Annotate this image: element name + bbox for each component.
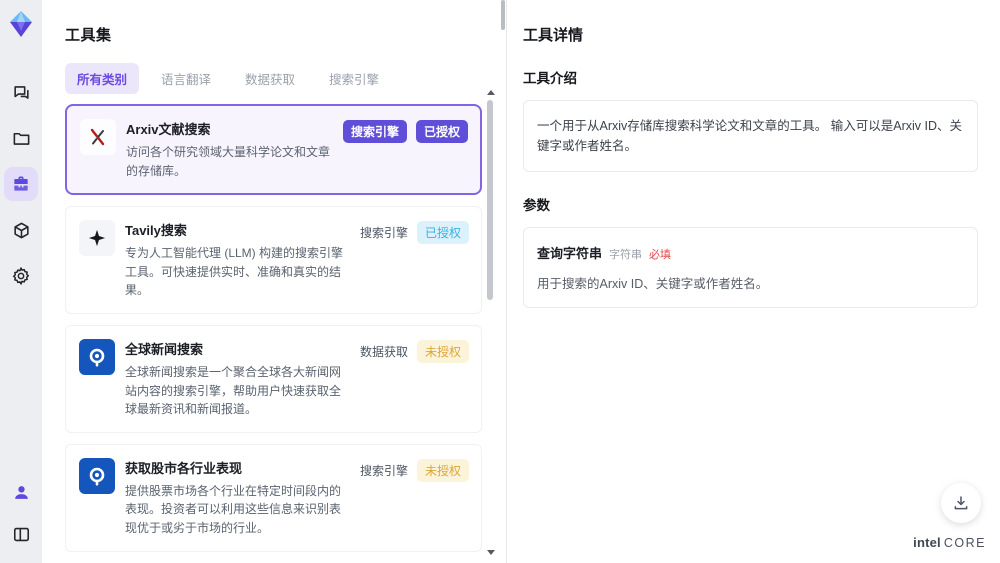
auth-status-badge: 已授权 bbox=[415, 120, 468, 143]
intro-heading: 工具介绍 bbox=[523, 71, 577, 86]
news-globe-icon bbox=[79, 457, 115, 494]
tool-description: 专为人工智能代理 (LLM) 构建的搜索引擎工具。可快速提供实时、准确和真实的结… bbox=[125, 246, 344, 298]
tool-card[interactable]: Tavily搜索 专为人工智能代理 (LLM) 构建的搜索引擎工具。可快速提供实… bbox=[65, 206, 482, 314]
scroll-down-arrow-icon[interactable] bbox=[487, 550, 495, 555]
tool-name: Arxiv文献搜索 bbox=[126, 122, 211, 137]
panel-toggle-icon[interactable] bbox=[4, 517, 38, 551]
tool-description: 访问各个研究领域大量科学论文和文章的存储库。 bbox=[126, 145, 331, 178]
app-logo-gem[interactable] bbox=[6, 9, 36, 39]
tool-card[interactable]: 获取股市各行业表现 提供股票市场各个行业在特定时间段内的表现。投资者可以利用这些… bbox=[65, 443, 482, 552]
arxiv-icon bbox=[90, 128, 105, 146]
tab-1[interactable]: 语言翻译 bbox=[149, 63, 223, 94]
auth-status-badge: 未授权 bbox=[416, 339, 469, 363]
scroll-up-arrow-icon[interactable] bbox=[487, 90, 495, 95]
tool-name: 全球新闻搜索 bbox=[125, 341, 204, 357]
tool-description: 全球新闻搜索是一个聚合全球各大新闻网站内容的搜索引擎，帮助用户快速获取全球最新资… bbox=[125, 364, 342, 417]
tool-list: Arxiv文献搜索 访问各个研究领域大量科学论文和文章的存储库。 搜索引擎 已授… bbox=[65, 104, 500, 563]
news-globe-icon bbox=[89, 348, 105, 367]
params-heading: 参数 bbox=[523, 198, 550, 213]
page-title: 工具集 bbox=[65, 27, 112, 44]
cube-icon[interactable] bbox=[4, 213, 38, 247]
param-required-badge: 必填 bbox=[649, 249, 672, 261]
left-rail bbox=[0, 0, 42, 563]
param-type: 字符串 bbox=[609, 249, 643, 261]
download-button[interactable] bbox=[941, 483, 981, 523]
intro-box: 一个用于从Arxiv存储库搜索科学论文和文章的工具。 输入可以是Arxiv ID… bbox=[523, 100, 978, 172]
tool-name: Tavily搜索 bbox=[125, 223, 187, 239]
detail-title: 工具详情 bbox=[523, 27, 584, 44]
intel-core-logo: intel CORE bbox=[913, 535, 986, 550]
tab-0[interactable]: 所有类别 bbox=[65, 63, 140, 94]
scrollbar-thumb[interactable] bbox=[487, 100, 493, 300]
param-box: 查询字符串 字符串 必填 用于搜索的Arxiv ID、关键字或作者姓名。 bbox=[523, 227, 978, 308]
news-globe-icon bbox=[89, 467, 105, 486]
app-window: 工具集 所有类别 语言翻译 数据获取 搜索引擎 Arxiv文献搜索 访问各个研究领域大… bbox=[0, 0, 1000, 563]
chat-icon[interactable] bbox=[4, 75, 38, 109]
auth-status-badge: 未授权 bbox=[416, 458, 469, 482]
gear-icon[interactable] bbox=[4, 259, 38, 293]
tool-name: 获取股市各行业表现 bbox=[125, 460, 243, 476]
folder-icon[interactable] bbox=[4, 121, 38, 155]
category-badge: 搜索引擎 bbox=[359, 226, 408, 241]
category-badge: 数据获取 bbox=[359, 344, 408, 359]
tab-3[interactable]: 搜索引擎 bbox=[317, 63, 391, 94]
category-tabs: 所有类别 语言翻译 数据获取 搜索引擎 bbox=[65, 63, 500, 94]
param-desc: 用于搜索的Arxiv ID、关键字或作者姓名。 bbox=[537, 277, 769, 291]
tool-list-panel: 工具集 所有类别 语言翻译 数据获取 搜索引擎 Arxiv文献搜索 访问各个研究领域大… bbox=[42, 0, 500, 563]
category-badge: 搜索引擎 bbox=[342, 120, 407, 143]
auth-status-badge: 已授权 bbox=[416, 221, 469, 245]
intro-text: 一个用于从Arxiv存储库搜索科学论文和文章的工具。 输入可以是Arxiv ID… bbox=[537, 119, 963, 153]
sparkle-icon bbox=[88, 230, 106, 247]
tool-detail-panel: 工具详情 工具介绍 一个用于从Arxiv存储库搜索科学论文和文章的工具。 输入可… bbox=[507, 0, 1000, 563]
tool-description: 提供股票市场各个行业在特定时间段内的表现。投资者可以利用这些信息来识别表现优于或… bbox=[125, 483, 342, 535]
category-badge: 搜索引擎 bbox=[359, 463, 408, 478]
sparkle-icon bbox=[79, 220, 115, 257]
arxiv-icon bbox=[80, 119, 116, 155]
rail-bottom bbox=[4, 475, 38, 551]
tool-card[interactable]: 全球新闻搜索 全球新闻搜索是一个聚合全球各大新闻网站内容的搜索引擎，帮助用户快速… bbox=[65, 324, 482, 433]
list-scrollbar[interactable] bbox=[485, 66, 495, 563]
page-scrollbar-thumb[interactable] bbox=[501, 0, 505, 30]
toolbox-icon[interactable] bbox=[4, 167, 38, 201]
tab-2[interactable]: 数据获取 bbox=[233, 63, 307, 94]
panel-divider bbox=[500, 0, 507, 563]
user-icon[interactable] bbox=[4, 475, 38, 509]
news-globe-icon bbox=[79, 338, 115, 375]
download-icon bbox=[954, 496, 968, 510]
param-name: 查询字符串 bbox=[537, 246, 603, 261]
rail-nav bbox=[4, 75, 38, 293]
tool-card[interactable]: Arxiv文献搜索 访问各个研究领域大量科学论文和文章的存储库。 搜索引擎 已授… bbox=[65, 104, 482, 196]
